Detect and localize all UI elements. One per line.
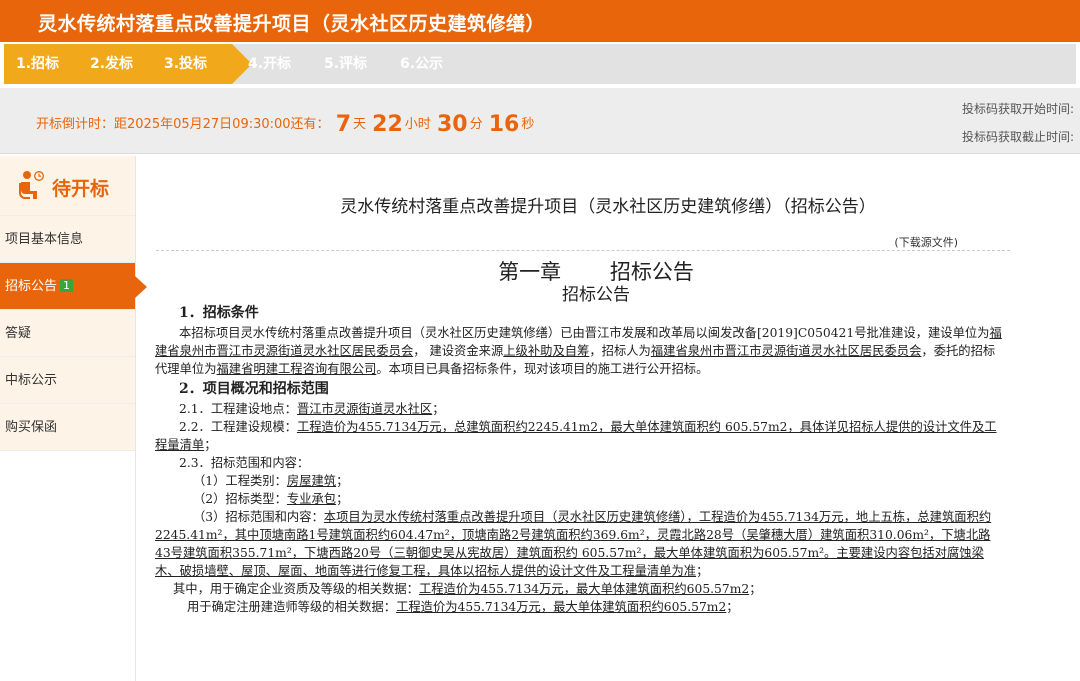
sidebar-item-label: 答疑 [5, 326, 32, 341]
countdown-minutes-unit: 分 [469, 117, 483, 132]
sidebar-item-award-notice[interactable]: 中标公示 [0, 357, 135, 404]
sidebar-item-qa[interactable]: 答疑 [0, 310, 135, 357]
divider [156, 250, 1010, 251]
line-constructor-data: 用于确定注册建造师等级的相关数据：工程造价为455.7134万元，最大单体建筑面… [187, 600, 739, 614]
countdown-days-unit: 天 [353, 117, 367, 132]
sidebar-item-buy-guarantee[interactable]: 购买保函 [0, 404, 135, 451]
sidebar: 待开标 项目基本信息 招标公告 1 答疑 中标公示 购买保函 [0, 156, 147, 681]
page-title: 灵水传统村落重点改善提升项目（灵水社区历史建筑修缮）（招标公告） [340, 197, 876, 217]
line-qualification-data: 其中，用于确定企业资质及等级的相关数据：工程造价为455.7134万元，最大单体… [173, 582, 762, 596]
sidebar-item-project-info[interactable]: 项目基本信息 [0, 216, 135, 263]
sidebar-item-label: 中标公示 [5, 373, 58, 388]
section-heading-2: 2．项目概况和招标范围 [179, 381, 329, 397]
sidebar-item-label: 购买保函 [5, 420, 58, 435]
line-scope-content: （3）招标范围和内容：本项目为灵水传统村落重点改善提升项目（灵水社区历史建筑修缮… [155, 510, 992, 578]
step-progress-bar: 1.招标 2.发标 3.投标 4.开标 5.评标 6.公示 [0, 42, 1080, 87]
download-source-link[interactable]: (下载源文件) [894, 234, 958, 250]
count-badge: 1 [60, 279, 74, 292]
countdown-text: 开标倒计时：距2025年05月27日09:30:00还有： 7天 22 小时 30… [36, 112, 534, 137]
step-3-current: 3.投标 [164, 56, 208, 72]
countdown-minutes: 30 [436, 112, 468, 137]
countdown-seconds-unit: 秒 [521, 117, 535, 132]
step-track: 1.招标 2.发标 3.投标 4.开标 5.评标 6.公示 [4, 44, 1076, 84]
section-heading-1: 1．招标条件 [179, 305, 259, 321]
countdown-hours-unit: 小时 [404, 117, 431, 132]
sidebar-item-tender-notice[interactable]: 招标公告 1 [0, 263, 147, 310]
line-location: 2.1．工程建设地点：晋江市灵源街道灵水社区； [179, 402, 445, 416]
sidebar-heading-label: 待开标 [52, 178, 110, 200]
title-bar: 灵水传统村落重点改善提升项目（灵水社区历史建筑修缮） [0, 0, 1080, 42]
countdown-seconds: 16 [488, 112, 520, 137]
countdown-prefix: 开标倒计时：距2025年05月27日09:30:00还有： [36, 117, 330, 132]
sidebar-item-label: 招标公告 [5, 279, 58, 294]
countdown-hours: 22 [372, 112, 403, 137]
project-title: 灵水传统村落重点改善提升项目（灵水社区历史建筑修缮） [38, 13, 546, 35]
notice-document: 1．招标条件 本招标项目灵水传统村落重点改善提升项目（灵水社区历史建筑修缮）已由… [155, 302, 1005, 616]
countdown-days: 7 [335, 112, 352, 137]
step-1: 1.招标 [16, 56, 60, 72]
step-5: 5.评标 [324, 56, 368, 72]
bid-code-end-label: 投标码获取截止时间: [961, 130, 1074, 144]
bid-code-start-label: 投标码获取开始时间: [961, 102, 1074, 116]
line-scope-heading: 2.3．招标范围和内容： [179, 456, 310, 470]
line-scale: 2.2．工程建设规模：工程造价为455.7134万元，总建筑面积约2245.41… [155, 420, 997, 452]
step-4: 4.开标 [248, 56, 292, 72]
main-content: 灵水传统村落重点改善提升项目（灵水社区历史建筑修缮）（招标公告） (下载源文件)… [136, 156, 1080, 681]
line-project-category: （1）工程类别：房屋建筑； [193, 474, 349, 488]
countdown-bar: 开标倒计时：距2025年05月27日09:30:00还有： 7天 22 小时 30… [0, 88, 1080, 154]
sidebar-heading: 待开标 [0, 156, 135, 216]
line-tender-type: （2）招标类型：专业承包； [193, 492, 349, 506]
paragraph-conditions: 本招标项目灵水传统村落重点改善提升项目（灵水社区历史建筑修缮）已由晋江市发展和改… [155, 326, 1002, 376]
person-clock-icon [19, 171, 44, 199]
sidebar-item-label: 项目基本信息 [5, 232, 84, 247]
step-2: 2.发标 [90, 56, 134, 72]
step-6: 6.公示 [400, 56, 444, 72]
